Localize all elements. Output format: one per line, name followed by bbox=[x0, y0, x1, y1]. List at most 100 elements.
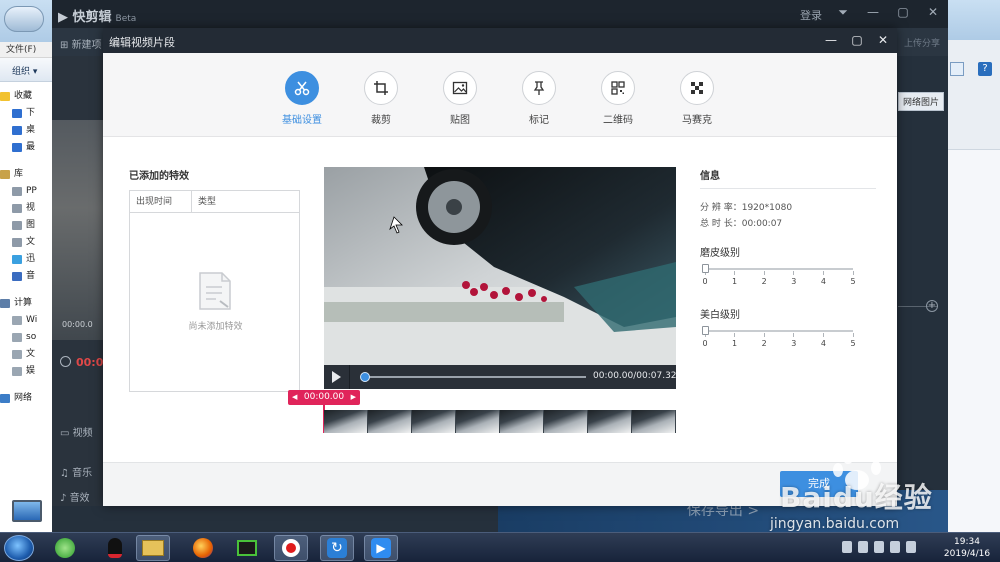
zoom-in-icon[interactable]: + bbox=[926, 300, 938, 312]
tree-item[interactable]: 下 bbox=[0, 105, 52, 122]
explorer-right-pane: ? bbox=[948, 0, 1000, 532]
video-track-label[interactable]: ▭ 视频 bbox=[60, 424, 93, 439]
done-button[interactable]: 完成 bbox=[780, 471, 858, 497]
tree-item[interactable]: 文 bbox=[0, 346, 52, 363]
tab-sticker[interactable]: 贴图 bbox=[430, 71, 490, 126]
tree-item-computer[interactable]: 计算 bbox=[0, 295, 52, 312]
taskbar-app-360-icon[interactable] bbox=[48, 535, 82, 561]
tree-item[interactable]: 音 bbox=[0, 268, 52, 285]
info-title: 信息 bbox=[700, 171, 720, 182]
taskbar-app-media-icon[interactable] bbox=[230, 535, 264, 561]
tab-mosaic[interactable]: 马赛克 bbox=[667, 71, 727, 126]
close-icon[interactable]: ✕ bbox=[875, 32, 891, 48]
minimize-icon[interactable]: — bbox=[823, 32, 839, 48]
film-frame bbox=[412, 410, 456, 433]
music-track-label[interactable]: ♫ 音乐 bbox=[60, 464, 92, 479]
tray-icon[interactable] bbox=[858, 541, 868, 553]
right-arrow-icon[interactable]: ▶ bbox=[351, 390, 356, 405]
battery-icon[interactable] bbox=[874, 541, 884, 553]
network-image-button[interactable]: 网络图片 bbox=[898, 92, 945, 111]
slider-tick-label: 3 bbox=[791, 339, 797, 348]
trim-marker[interactable]: ◀ 00:00.00 ▶ bbox=[288, 390, 360, 405]
network-icon[interactable] bbox=[906, 541, 916, 553]
taskbar-app-explorer-icon[interactable] bbox=[136, 535, 170, 561]
seek-bar[interactable] bbox=[364, 376, 586, 378]
info-divider bbox=[700, 188, 876, 189]
tab-label: 标记 bbox=[529, 115, 549, 126]
explorer-menu-file[interactable]: 文件(F) bbox=[0, 42, 52, 58]
minimize-icon[interactable]: — bbox=[864, 5, 882, 21]
tree-item[interactable]: 娱 bbox=[0, 363, 52, 380]
computer-icon bbox=[0, 299, 10, 308]
tab-basic-settings[interactable]: 基础设置 bbox=[272, 71, 332, 126]
explorer-organize-button[interactable]: 组织 ▾ bbox=[0, 58, 52, 82]
column-type: 类型 bbox=[198, 197, 217, 207]
taskbar-app-kuaijianji-icon[interactable]: ▶ bbox=[364, 535, 398, 561]
tab-qrcode[interactable]: 二维码 bbox=[588, 71, 648, 126]
tree-item[interactable]: 文 bbox=[0, 234, 52, 251]
taskbar-app-qq-icon[interactable] bbox=[98, 535, 132, 561]
explorer-window: 文件(F) 组织 ▾ 收藏 下 桌 最 库 PP 视 图 文 迅 音 计算 Wi… bbox=[0, 0, 52, 532]
app-preview-area: 00:00.0 00:00 ▭ 视频 ♫ 音乐 ♪ 音效 bbox=[52, 56, 111, 506]
tree-item-library[interactable]: 库 bbox=[0, 166, 52, 183]
slider-tick bbox=[793, 271, 795, 275]
new-project-button[interactable]: ⊞ 新建项 bbox=[60, 36, 102, 51]
share-button[interactable]: 上传分享 bbox=[904, 36, 940, 49]
tab-mark[interactable]: 标记 bbox=[509, 71, 569, 126]
tab-crop[interactable]: 裁剪 bbox=[351, 71, 411, 126]
slider-handle[interactable] bbox=[702, 326, 709, 335]
taskbar-app-firefox-icon[interactable] bbox=[186, 535, 220, 561]
tree-item[interactable]: 迅 bbox=[0, 251, 52, 268]
column-time: 出现时间 bbox=[130, 191, 192, 212]
playback-time: 00:00.00/00:07.32 bbox=[593, 371, 677, 381]
taskbar-app-sync-icon[interactable]: ↻ bbox=[320, 535, 354, 561]
view-button[interactable] bbox=[950, 62, 964, 76]
explorer-nav-buttons[interactable] bbox=[4, 6, 44, 32]
drive-icon bbox=[12, 350, 22, 359]
tree-item[interactable]: PP bbox=[0, 183, 52, 200]
maximize-icon[interactable]: ▢ bbox=[849, 32, 865, 48]
library-icon bbox=[0, 170, 10, 179]
slider-tick bbox=[763, 271, 765, 275]
tab-label: 基础设置 bbox=[282, 115, 322, 126]
start-button[interactable] bbox=[4, 535, 34, 561]
taskbar-app-recorder-icon[interactable] bbox=[274, 535, 308, 561]
tree-item[interactable]: 视 bbox=[0, 200, 52, 217]
slider-tick-label: 0 bbox=[702, 277, 708, 286]
maximize-icon[interactable]: ▢ bbox=[894, 5, 912, 21]
edit-clip-dialog: 编辑视频片段 — ▢ ✕ 基础设置 裁剪 贴图 标记 二维码 马赛克 已添加的特… bbox=[103, 28, 897, 506]
slider-tick bbox=[822, 333, 824, 337]
seek-handle[interactable] bbox=[360, 372, 370, 382]
slider-tick-label: 5 bbox=[850, 277, 856, 286]
slider-track[interactable] bbox=[705, 268, 853, 270]
left-arrow-icon[interactable]: ◀ bbox=[292, 390, 297, 405]
qrcode-icon bbox=[601, 71, 635, 105]
tree-item[interactable]: 桌 bbox=[0, 122, 52, 139]
explorer-tree: 收藏 下 桌 最 库 PP 视 图 文 迅 音 计算 Wi so 文 娱 网络 bbox=[0, 82, 52, 407]
slider-tick bbox=[822, 271, 824, 275]
video-preview[interactable] bbox=[324, 167, 676, 365]
slider-tick-label: 5 bbox=[850, 339, 856, 348]
tree-item[interactable]: Wi bbox=[0, 312, 52, 329]
tree-item[interactable]: so bbox=[0, 329, 52, 346]
folder-icon bbox=[12, 143, 22, 152]
play-icon[interactable] bbox=[332, 371, 341, 383]
tree-item[interactable]: 最 bbox=[0, 139, 52, 156]
filmstrip[interactable] bbox=[324, 410, 676, 433]
clock[interactable]: 19:34 2019/4/16 bbox=[938, 536, 996, 560]
tray-icon[interactable] bbox=[842, 541, 852, 553]
tree-item[interactable]: 图 bbox=[0, 217, 52, 234]
slider-handle[interactable] bbox=[702, 264, 709, 273]
volume-icon[interactable] bbox=[890, 541, 900, 553]
help-icon[interactable]: ? bbox=[978, 62, 992, 76]
slider-tick bbox=[734, 333, 736, 337]
slider-track[interactable] bbox=[705, 330, 853, 332]
right-titlebar bbox=[948, 0, 1000, 40]
sfx-track-label[interactable]: ♪ 音效 bbox=[60, 489, 90, 504]
login-link[interactable]: 登录 bbox=[800, 7, 822, 23]
tree-item-network[interactable]: 网络 bbox=[0, 390, 52, 407]
tree-item-favorites[interactable]: 收藏 bbox=[0, 88, 52, 105]
close-icon[interactable]: ✕ bbox=[924, 5, 942, 21]
menu-icon[interactable]: ⏷ bbox=[834, 5, 852, 21]
slider-tick bbox=[763, 333, 765, 337]
